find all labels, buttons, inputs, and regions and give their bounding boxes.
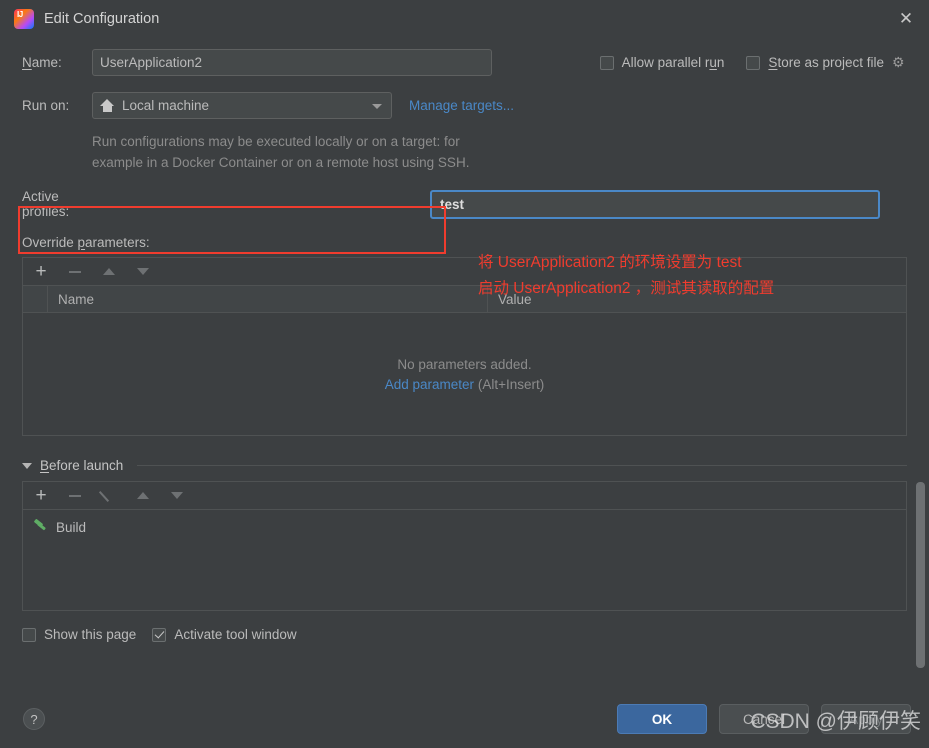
run-on-selected-value: Local machine bbox=[122, 98, 210, 113]
bottom-checkbox-group: Show this page Activate tool window bbox=[22, 627, 907, 642]
run-on-row: Run on: Local machine Manage targets... bbox=[22, 92, 907, 119]
name-input[interactable]: UserApplication2 bbox=[92, 49, 492, 76]
active-profiles-row: Active profiles: test bbox=[22, 187, 907, 221]
list-item[interactable]: Build bbox=[23, 515, 906, 539]
edit-before-launch-task-icon[interactable] bbox=[101, 488, 117, 504]
remove-parameter-icon[interactable] bbox=[67, 264, 83, 280]
before-launch-panel: + Build bbox=[22, 481, 907, 611]
store-as-project-file-label: Store as project file bbox=[768, 55, 884, 70]
move-task-down-icon[interactable] bbox=[169, 488, 185, 504]
column-header-name[interactable]: Name bbox=[48, 286, 488, 312]
activate-tool-window-label: Activate tool window bbox=[174, 627, 297, 642]
annotation-line-2: 启动 UserApplication2 ，测试其读取的配置 bbox=[478, 280, 775, 297]
dialog-title: Edit Configuration bbox=[44, 11, 160, 27]
run-on-hint: Run configurations may be executed local… bbox=[92, 131, 652, 173]
watermark: CSDN @伊顾伊笑 bbox=[750, 710, 921, 733]
before-launch-task-list: Build bbox=[23, 510, 906, 610]
manage-targets-link[interactable]: Manage targets... bbox=[409, 98, 514, 113]
no-parameters-text: No parameters added. bbox=[397, 356, 532, 372]
table-gutter bbox=[23, 286, 48, 312]
show-this-page-label: Show this page bbox=[44, 627, 137, 642]
move-task-up-icon[interactable] bbox=[135, 488, 151, 504]
dialog-titlebar: Edit Configuration ✕ bbox=[0, 0, 929, 38]
help-button[interactable]: ? bbox=[23, 708, 45, 730]
add-parameter-shortcut: (Alt+Insert) bbox=[477, 376, 545, 392]
configuration-form: Name: UserApplication2 Allow parallel ru… bbox=[0, 49, 929, 642]
move-parameter-down-icon[interactable] bbox=[135, 264, 151, 280]
gear-icon[interactable]: ⚙ bbox=[892, 55, 907, 70]
name-row: Name: UserApplication2 Allow parallel ru… bbox=[22, 49, 907, 76]
vertical-scrollbar[interactable] bbox=[916, 482, 925, 668]
close-icon[interactable]: ✕ bbox=[883, 0, 929, 38]
hammer-icon bbox=[32, 519, 48, 535]
run-on-hint-line1: Run configurations may be executed local… bbox=[92, 134, 460, 149]
name-label: Name: bbox=[22, 55, 62, 70]
parameters-table-body: No parameters added. Add parameter (Alt+… bbox=[23, 313, 906, 435]
top-checkbox-group: Allow parallel run Store as project file… bbox=[599, 55, 907, 70]
chevron-down-icon bbox=[372, 103, 382, 109]
remove-before-launch-task-icon[interactable] bbox=[67, 488, 83, 504]
home-icon bbox=[100, 99, 115, 112]
run-on-label: Run on: bbox=[22, 98, 70, 113]
run-on-hint-line2: example in a Docker Container or on a re… bbox=[92, 155, 470, 170]
allow-parallel-run-checkbox[interactable] bbox=[599, 55, 614, 70]
override-parameters-label: Override parameters: bbox=[22, 235, 150, 250]
activate-tool-window-checkbox[interactable] bbox=[152, 627, 167, 642]
run-on-dropdown[interactable]: Local machine bbox=[92, 92, 392, 119]
annotation-text: 将 UserApplication2 的环境设置为 test 启动 UserAp… bbox=[478, 250, 774, 302]
move-parameter-up-icon[interactable] bbox=[101, 264, 117, 280]
annotation-line-1: 将 UserApplication2 的环境设置为 test bbox=[478, 254, 742, 271]
active-profiles-input[interactable]: test bbox=[430, 189, 880, 219]
store-as-project-file-checkbox[interactable] bbox=[746, 55, 761, 70]
add-parameter-link[interactable]: Add parameter bbox=[385, 377, 474, 392]
show-this-page-checkbox[interactable] bbox=[22, 627, 36, 642]
before-launch-header[interactable]: Before launch bbox=[22, 458, 907, 473]
divider bbox=[137, 465, 907, 466]
ok-button[interactable]: OK bbox=[617, 704, 707, 734]
before-launch-toolbar: + bbox=[23, 482, 906, 510]
add-parameter-icon[interactable]: + bbox=[33, 262, 49, 281]
before-launch-task-label: Build bbox=[56, 519, 87, 535]
before-launch-title: Before launch bbox=[40, 458, 124, 473]
add-parameter-line: Add parameter (Alt+Insert) bbox=[385, 377, 544, 392]
add-before-launch-task-icon[interactable]: + bbox=[33, 486, 49, 505]
intellij-idea-logo-icon bbox=[14, 9, 34, 29]
allow-parallel-run-label: Allow parallel run bbox=[621, 55, 725, 70]
active-profiles-label: Active profiles: bbox=[22, 189, 70, 219]
chevron-down-icon[interactable] bbox=[22, 462, 32, 469]
